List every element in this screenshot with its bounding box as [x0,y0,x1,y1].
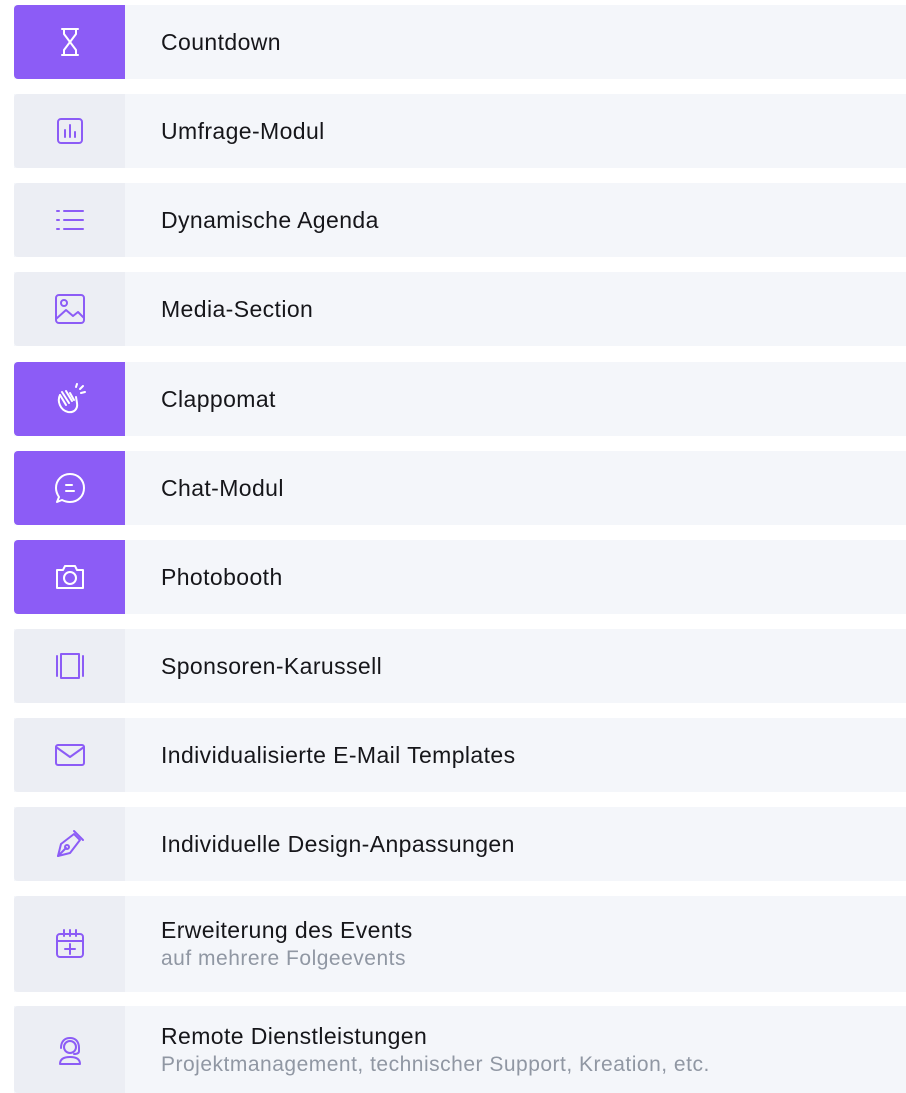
feature-item-umfrage-modul[interactable]: Umfrage-Modul [14,94,906,168]
feature-label: Dynamische Agenda [161,207,379,233]
feature-label: Photobooth [161,564,283,590]
feature-label: Individualisierte E-Mail Templates [161,742,516,768]
feature-label: Countdown [161,29,281,55]
feature-sublabel: Projektmanagement, technischer Support, … [161,1052,710,1076]
feature-item-photobooth[interactable]: Photobooth [14,540,906,614]
feature-item-sponsoren-karussell[interactable]: Sponsoren-Karussell [14,629,906,703]
feature-label: Clappomat [161,386,276,412]
camera-icon [14,540,125,614]
feature-label: Media-Section [161,296,314,322]
feature-sublabel: auf mehrere Folgeevents [161,947,406,970]
carousel-icon [14,629,125,703]
bar-chart-icon [14,94,125,168]
feature-list: Countdown Umfrage-Modul Dynamische Agend… [0,0,906,1093]
chat-bubble-icon [14,451,125,525]
feature-label: Umfrage-Modul [161,118,325,144]
feature-item-dynamische-agenda[interactable]: Dynamische Agenda [14,183,906,257]
feature-item-media-section[interactable]: Media-Section [14,272,906,346]
feature-item-email-templates[interactable]: Individualisierte E-Mail Templates [14,718,906,792]
headset-user-icon [14,1006,125,1093]
mail-icon [14,718,125,792]
feature-label: Erweiterung des Events [161,917,413,943]
feature-label: Remote Dienstleistungen [161,1022,428,1049]
feature-label: Chat-Modul [161,475,284,501]
calendar-plus-icon [14,896,125,992]
image-icon [14,272,125,346]
feature-label: Sponsoren-Karussell [161,653,383,679]
hourglass-icon [14,5,125,79]
feature-item-event-erweiterung[interactable]: Erweiterung des Events auf mehrere Folge… [14,896,906,992]
feature-item-countdown[interactable]: Countdown [14,5,906,79]
feature-item-design-anpassungen[interactable]: Individuelle Design-Anpassungen [14,807,906,881]
feature-item-chat-modul[interactable]: Chat-Modul [14,451,906,525]
pen-nib-icon [14,807,125,881]
feature-item-clappomat[interactable]: Clappomat [14,362,906,436]
list-icon [14,183,125,257]
feature-item-remote-dienstleistungen[interactable]: Remote Dienstleistungen Projektmanagemen… [14,1006,906,1093]
clapping-hands-icon [14,362,125,436]
feature-label: Individuelle Design-Anpassungen [161,831,515,857]
